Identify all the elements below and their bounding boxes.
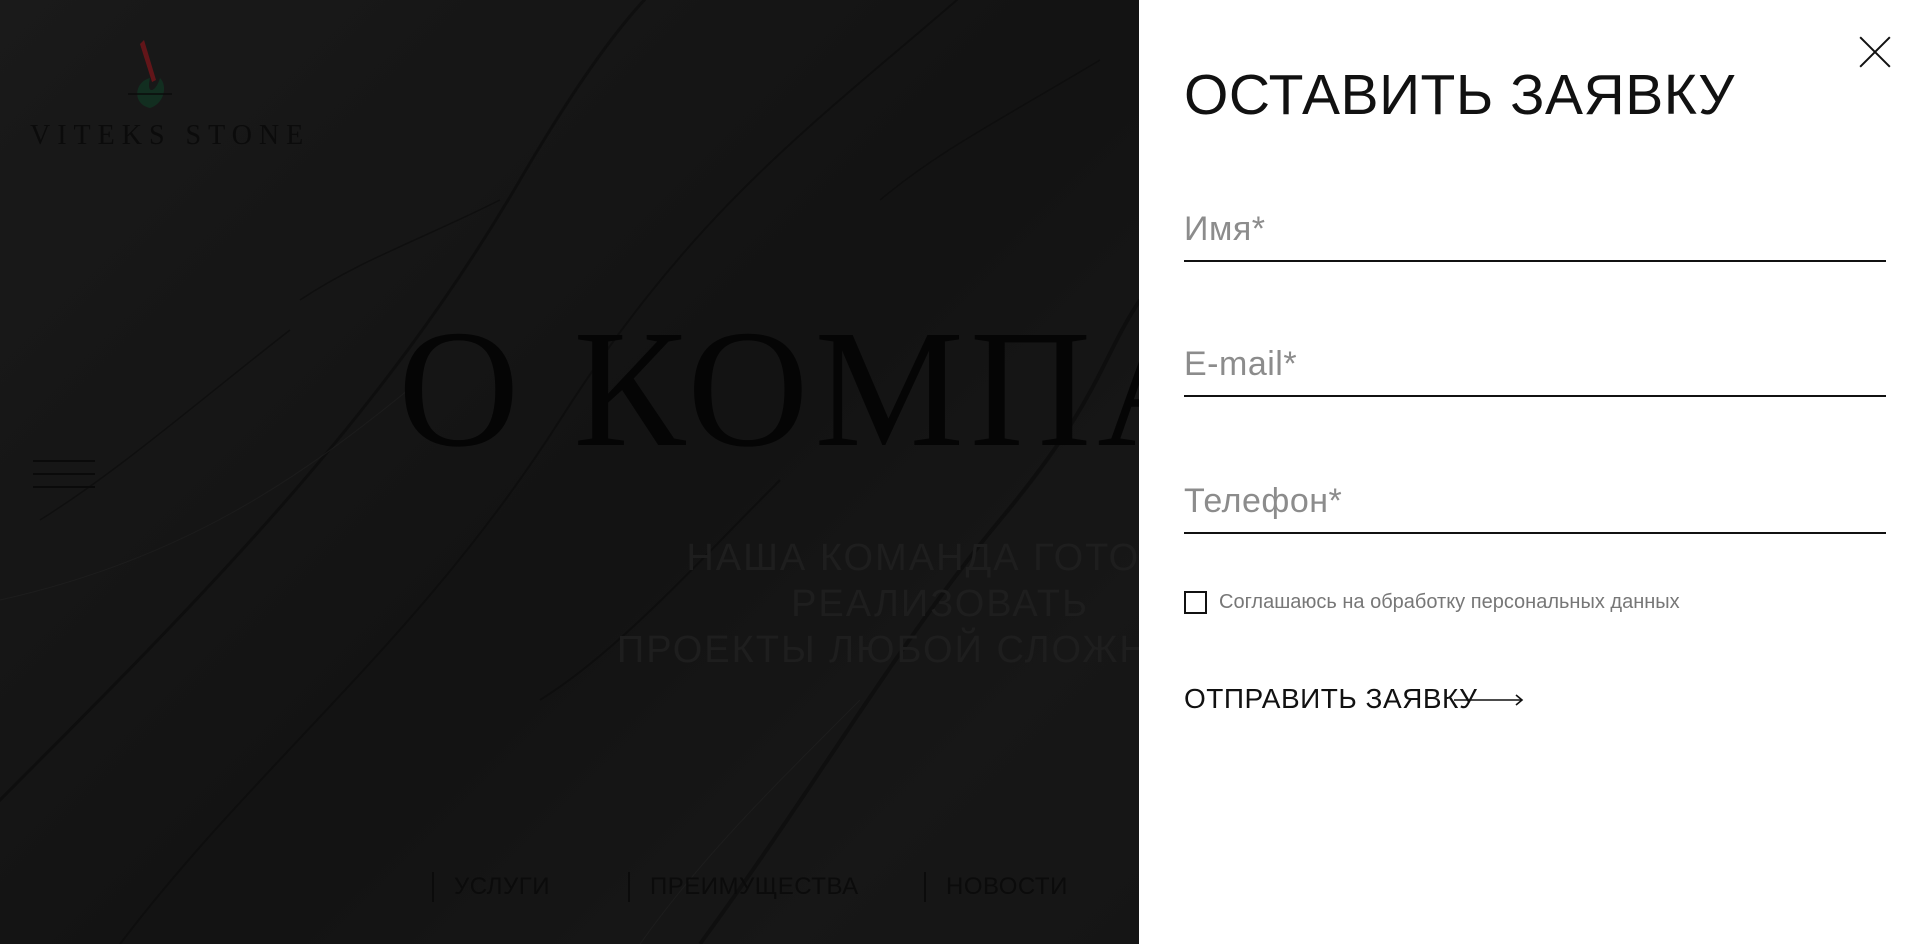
- phone-field: [1184, 472, 1886, 534]
- hamburger-icon[interactable]: [33, 456, 95, 492]
- consent-checkbox[interactable]: [1184, 591, 1207, 614]
- submit-label: ОТПРАВИТЬ ЗАЯВКУ: [1184, 683, 1478, 714]
- nav-item-advantages[interactable]: ПРЕИМУЩЕСТВА: [628, 872, 859, 902]
- consent-label: Соглашаюсь на обработку персональных дан…: [1219, 591, 1680, 613]
- arrow-right-icon: [1454, 694, 1524, 706]
- logo-mark-icon: [128, 40, 172, 108]
- name-input[interactable]: [1184, 200, 1886, 258]
- email-field: [1184, 335, 1886, 397]
- name-field: [1184, 200, 1886, 262]
- phone-input[interactable]: [1184, 472, 1886, 530]
- hero-subtitle-line-1: НАША КОМАНДА ГОТОВА РЕАЛИЗОВАТЬ: [686, 537, 1194, 625]
- email-input[interactable]: [1184, 335, 1886, 393]
- logo-text: VITEKS STONE: [30, 120, 311, 151]
- logo[interactable]: VITEKS STONE: [30, 38, 311, 158]
- nav-item-services[interactable]: УСЛУГИ: [432, 872, 550, 902]
- nav-item-news[interactable]: НОВОСТИ: [924, 872, 1068, 902]
- close-icon[interactable]: [1858, 35, 1892, 69]
- modal-title: ОСТАВИТЬ ЗАЯВКУ: [1184, 63, 1735, 127]
